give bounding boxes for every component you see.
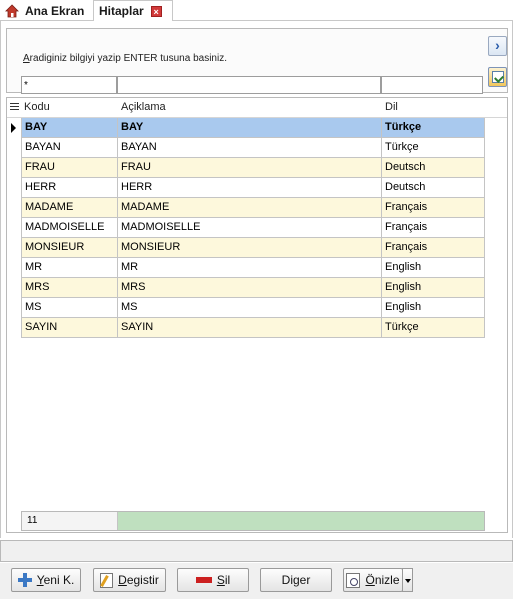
record-count: 11 <box>22 512 118 530</box>
table-row[interactable]: BAY BAY Türkçe <box>7 118 485 138</box>
cell-description[interactable]: MR <box>118 258 382 278</box>
table-row[interactable]: BAYAN BAYAN Türkçe <box>7 138 485 158</box>
table-row[interactable]: MRS MRS English <box>7 278 485 298</box>
column-header-dil[interactable]: Dil <box>382 98 485 118</box>
cell-language[interactable]: Türkçe <box>382 138 485 158</box>
data-grid: Kodu Açiklama Dil BAY BAY Türkçe BAYAN B… <box>6 97 508 533</box>
table-row[interactable]: MR MR English <box>7 258 485 278</box>
table-row[interactable]: MADAME MADAME Français <box>7 198 485 218</box>
filter-language-input[interactable] <box>381 76 483 94</box>
grid-header: Kodu Açiklama Dil <box>7 98 507 118</box>
cell-description[interactable]: MONSIEUR <box>118 238 382 258</box>
search-panel: Aradiginiz bilgiyi yazip ENTER tusuna ba… <box>6 28 508 94</box>
table-row[interactable]: SAYIN SAYIN Türkçe <box>7 318 485 338</box>
cell-description[interactable]: MRS <box>118 278 382 298</box>
current-row-arrow-icon <box>11 123 16 133</box>
cell-language[interactable]: Türkçe <box>382 118 485 138</box>
grid-footer: 11 <box>21 511 485 531</box>
cell-language[interactable]: English <box>382 258 485 278</box>
cell-description[interactable]: MADMOISELLE <box>118 218 382 238</box>
table-row[interactable]: HERR HERR Deutsch <box>7 178 485 198</box>
cell-code[interactable]: MADMOISELLE <box>21 218 118 238</box>
summary-bar <box>118 512 484 530</box>
tab-ana-ekran[interactable]: Ana Ekran <box>2 0 90 21</box>
edit-button[interactable]: Degistir <box>93 568 166 592</box>
table-row[interactable]: MADMOISELLE MADMOISELLE Français <box>7 218 485 238</box>
cell-code[interactable]: MADAME <box>21 198 118 218</box>
cell-code[interactable]: HERR <box>21 178 118 198</box>
cell-language[interactable]: English <box>382 278 485 298</box>
cell-description[interactable]: BAYAN <box>118 138 382 158</box>
home-icon <box>5 3 19 18</box>
row-indicator <box>7 118 21 138</box>
delete-button[interactable]: Sil <box>177 568 249 592</box>
cell-language[interactable]: Français <box>382 218 485 238</box>
filter-code-input[interactable] <box>21 76 117 94</box>
column-header-kodu[interactable]: Kodu <box>21 98 118 118</box>
tab-ana-ekran-label: Ana Ekran <box>25 3 85 18</box>
cell-code[interactable]: MS <box>21 298 118 318</box>
cell-code[interactable]: MRS <box>21 278 118 298</box>
new-button[interactable]: Yeni K. <box>11 568 81 592</box>
cell-description[interactable]: BAY <box>118 118 382 138</box>
cell-language[interactable]: Français <box>382 198 485 218</box>
cell-code[interactable]: BAYAN <box>21 138 118 158</box>
cell-description[interactable]: SAYIN <box>118 318 382 338</box>
column-chooser-icon[interactable] <box>10 103 19 112</box>
cell-language[interactable]: Deutsch <box>382 178 485 198</box>
cell-code[interactable]: MR <box>21 258 118 278</box>
cell-code[interactable]: SAYIN <box>21 318 118 338</box>
minus-icon <box>195 577 212 583</box>
cell-code[interactable]: MONSIEUR <box>21 238 118 258</box>
cell-code[interactable]: FRAU <box>21 158 118 178</box>
cell-language[interactable]: Deutsch <box>382 158 485 178</box>
content-panel: Aradiginiz bilgiyi yazip ENTER tusuna ba… <box>0 21 513 538</box>
filter-icon <box>492 71 504 83</box>
chevron-right-icon[interactable]: › <box>488 36 507 56</box>
plus-icon <box>17 573 32 587</box>
tab-strip: Ana Ekran Hitaplar × <box>0 0 513 22</box>
filter-apply-button[interactable] <box>488 67 507 87</box>
column-header-aciklama[interactable]: Açiklama <box>118 98 382 118</box>
preview-button[interactable]: Önizle <box>343 568 403 592</box>
preview-icon <box>346 572 361 588</box>
cell-description[interactable]: MS <box>118 298 382 318</box>
edit-icon <box>100 572 114 588</box>
cell-description[interactable]: HERR <box>118 178 382 198</box>
table-row[interactable]: MONSIEUR MONSIEUR Français <box>7 238 485 258</box>
button-bar: Yeni K. Degistir Sil Diger Önizle <box>0 563 513 599</box>
cell-language[interactable]: Türkçe <box>382 318 485 338</box>
other-button[interactable]: Diger <box>260 568 332 592</box>
preview-dropdown-arrow-icon[interactable] <box>402 568 413 592</box>
close-icon[interactable]: × <box>150 5 162 17</box>
cell-code[interactable]: BAY <box>21 118 118 138</box>
tab-hitaplar[interactable]: Hitaplar × <box>93 0 173 22</box>
cell-language[interactable]: English <box>382 298 485 318</box>
cell-language[interactable]: Français <box>382 238 485 258</box>
filter-description-input[interactable] <box>117 76 381 94</box>
table-row[interactable]: MS MS English <box>7 298 485 318</box>
status-bar <box>0 540 513 562</box>
table-row[interactable]: FRAU FRAU Deutsch <box>7 158 485 178</box>
tab-hitaplar-label: Hitaplar <box>99 4 144 18</box>
search-hint: Aradiginiz bilgiyi yazip ENTER tusuna ba… <box>23 53 227 64</box>
cell-description[interactable]: MADAME <box>118 198 382 218</box>
cell-description[interactable]: FRAU <box>118 158 382 178</box>
